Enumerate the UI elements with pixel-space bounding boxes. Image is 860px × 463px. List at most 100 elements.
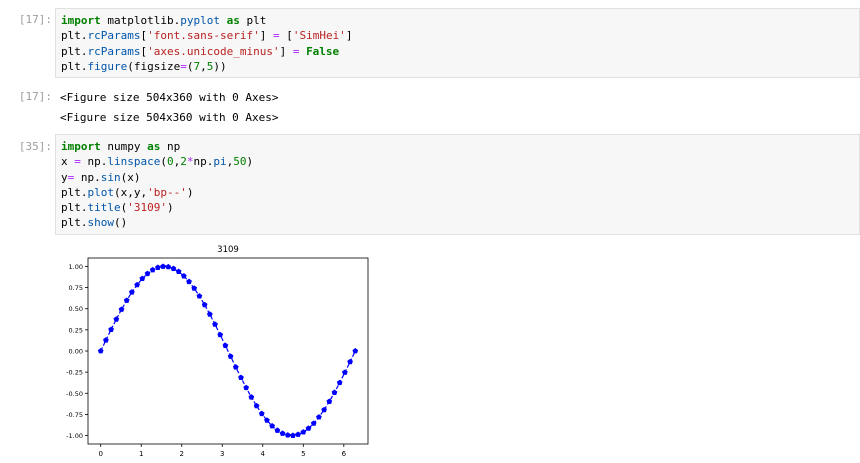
code-token: pyplot	[180, 14, 220, 27]
x-tick-label: 4	[261, 450, 266, 458]
data-point	[258, 410, 265, 417]
code-token: (x)	[120, 170, 141, 184]
data-point	[217, 331, 224, 338]
code-token: rcParams	[87, 29, 141, 43]
x-tick-label: 3	[220, 450, 224, 458]
code-token: np.	[80, 155, 108, 169]
code-token: import	[61, 140, 101, 153]
output-text-printed: <Figure size 504x360 with 0 Axes>	[60, 111, 279, 124]
data-point	[290, 432, 296, 438]
code-line: plt.rcParams['axes.unicode_minus'] = Fal…	[61, 44, 854, 59]
code-token: 2	[180, 155, 187, 169]
code-token: figure	[87, 59, 128, 73]
data-point	[227, 353, 234, 359]
data-point	[222, 342, 229, 349]
x-tick-label: 1	[139, 450, 143, 458]
code-token: plt	[239, 14, 267, 27]
data-point	[149, 266, 156, 273]
data-point	[243, 384, 250, 391]
code-token: =	[180, 59, 187, 73]
code-token: pi	[213, 155, 227, 169]
code-token: np.	[193, 155, 214, 169]
y-tick-label: 0.50	[69, 305, 83, 313]
output-prompt: [17]:	[18, 90, 52, 103]
data-point	[316, 414, 322, 420]
code-token: np.	[74, 170, 101, 184]
data-point	[123, 297, 130, 303]
data-point	[342, 369, 348, 375]
data-point	[347, 358, 353, 365]
code-cell[interactable]: import matplotlib.pyplot as plt plt.rcPar…	[55, 8, 860, 78]
code-token: ))	[213, 59, 227, 73]
data-point	[232, 364, 239, 370]
code-token: 'font.sans-serif'	[147, 29, 260, 43]
code-token: )	[186, 185, 194, 199]
code-line: plt.plot(x,y,'bp--')	[61, 185, 854, 200]
data-point	[295, 431, 301, 437]
y-tick-label: -0.75	[66, 411, 83, 419]
y-tick-label: -0.50	[66, 390, 83, 398]
code-token: numpy	[100, 140, 148, 153]
code-token: [	[279, 29, 293, 43]
data-point	[336, 379, 343, 386]
code-token: sin	[100, 170, 121, 184]
input-prompt: [17]:	[18, 13, 52, 26]
input-prompt: [35]:	[18, 140, 52, 153]
data-point	[97, 348, 104, 354]
code-token: 50	[233, 155, 247, 169]
code-token: False	[306, 44, 340, 58]
data-point	[248, 394, 255, 400]
code-token: 'SimHei'	[292, 29, 346, 43]
data-point	[331, 389, 338, 395]
code-token: import	[61, 14, 101, 27]
output-text: <Figure size 504x360 with 0 Axes>	[60, 91, 279, 104]
sine-plot: 3109 0 1 2 3 4 5 6 1.00 0.75 0.50 0.25 0.00 -0.25 -0.…	[66, 245, 369, 458]
code-token: np	[160, 140, 181, 153]
code-token: title	[87, 201, 121, 215]
data-point	[206, 311, 213, 317]
code-token: rcParams	[87, 44, 141, 58]
code-cell[interactable]: import numpy as np x = np.linspace(0,2*np…	[55, 134, 860, 235]
code-token: ]	[279, 44, 293, 58]
y-tick-label: 0.25	[69, 326, 83, 334]
code-token: (	[160, 155, 167, 169]
data-point	[300, 429, 307, 435]
data-point	[326, 398, 333, 404]
data-point	[196, 293, 203, 299]
code-token: (figsize	[127, 59, 181, 73]
code-token: plt.	[61, 216, 88, 230]
series-line	[100, 265, 356, 437]
code-token: )	[167, 201, 174, 215]
code-token: =	[272, 29, 280, 43]
y-tick-label: -0.25	[66, 369, 83, 377]
code-line: y= np.sin(x)	[61, 170, 854, 185]
data-point	[279, 430, 286, 436]
y-tick-label: 0.00	[69, 348, 83, 356]
code-token: as	[147, 140, 161, 153]
code-token: x	[61, 155, 75, 169]
code-token: ]	[259, 29, 273, 43]
code-token: as	[226, 14, 240, 27]
code-token: plt.	[61, 201, 88, 215]
code-token: plt.	[61, 29, 88, 43]
code-line: plt.figure(figsize=(7,5))	[61, 59, 854, 74]
code-line: import numpy as np	[61, 139, 854, 154]
x-tick-label: 6	[342, 450, 347, 458]
code-token: show	[87, 216, 115, 230]
code-line: x = np.linspace(0,2*np.pi,50)	[61, 154, 854, 169]
code-token: plt.	[61, 185, 88, 199]
code-line: import matplotlib.pyplot as plt	[61, 13, 854, 28]
data-point	[274, 427, 281, 433]
code-token: y	[61, 170, 68, 184]
data-point	[108, 326, 114, 332]
code-token: matplotlib.	[100, 14, 181, 27]
chart-title: 3109	[217, 245, 239, 255]
y-tick-label: 0.75	[69, 284, 83, 292]
data-point	[144, 270, 151, 277]
x-tick-label: 0	[98, 450, 102, 458]
data-point	[212, 321, 218, 327]
data-point	[118, 306, 125, 312]
x-tick-label: 5	[301, 450, 305, 458]
code-token: =	[74, 155, 81, 169]
data-point	[284, 432, 291, 438]
